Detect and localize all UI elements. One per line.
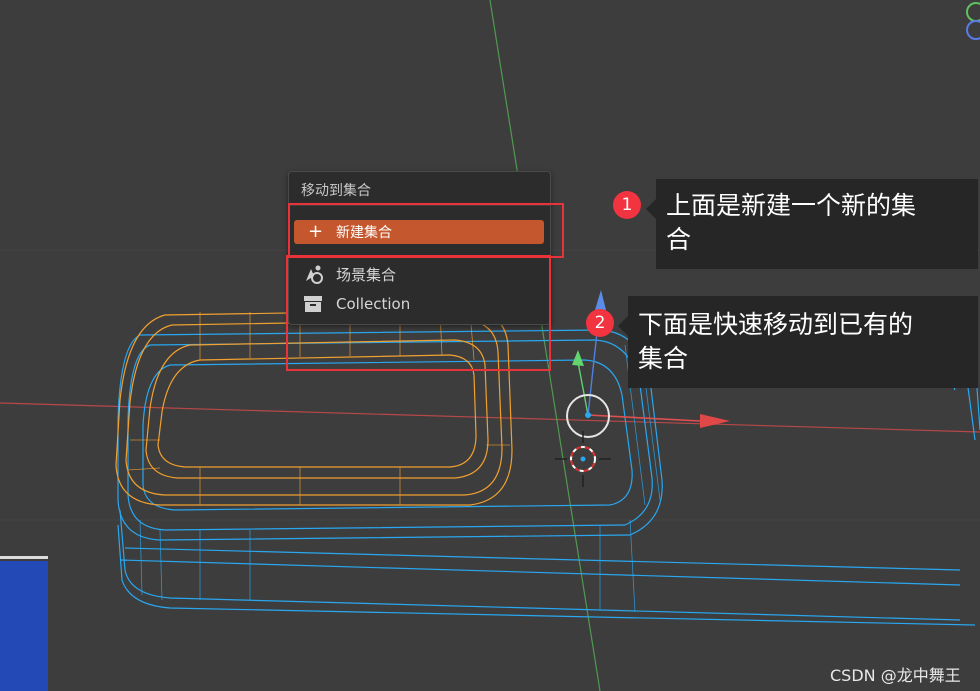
annotation-callout-1: 上面是新建一个新的集 合 — [646, 179, 978, 269]
panel-border — [0, 556, 48, 559]
3d-cursor[interactable] — [555, 431, 611, 487]
annotation-box-existing-collections — [286, 255, 551, 371]
callout-text-line2: 合 — [666, 225, 692, 254]
callout-text-line2: 集合 — [638, 344, 689, 373]
side-panel-fragment — [0, 561, 48, 691]
watermark: CSDN @龙中舞王 — [830, 666, 961, 685]
annotation-badge-1: 1 — [613, 191, 641, 219]
annotation-callout-2: 下面是快速移动到已有的 集合 — [618, 296, 978, 388]
annotation-box-new-collection — [288, 203, 564, 258]
callout-text-line1: 上面是新建一个新的集 — [666, 191, 917, 220]
annotation-badge-2: 2 — [586, 309, 614, 337]
callout-arrow — [646, 199, 656, 219]
x-axis-line — [0, 402, 980, 433]
callout-text-line1: 下面是快速移动到已有的 — [638, 310, 914, 339]
menu-title: 移动到集合 — [301, 183, 371, 199]
navigation-gizmo[interactable] — [966, 2, 980, 40]
callout-arrow — [618, 316, 628, 336]
